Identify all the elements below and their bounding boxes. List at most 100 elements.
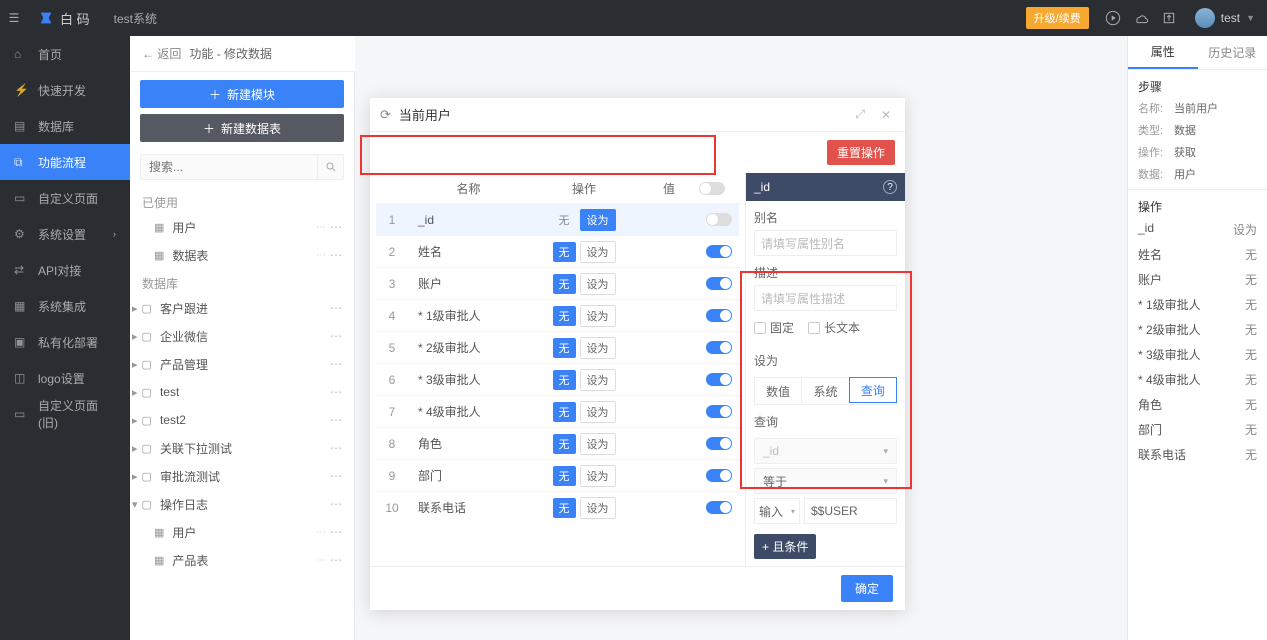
op-row[interactable]: 账户无 bbox=[1128, 267, 1267, 292]
system-name[interactable]: test系统 bbox=[100, 10, 171, 27]
row-toggle[interactable] bbox=[706, 213, 732, 226]
nav-bolt[interactable]: ⚡快速开发 bbox=[0, 72, 130, 108]
help-icon[interactable]: ? bbox=[883, 180, 897, 194]
desc-input[interactable]: 请填写属性描述 bbox=[754, 285, 897, 311]
table-row[interactable]: 5* 2级审批人无设为 bbox=[376, 331, 739, 363]
set-chip[interactable]: 设为 bbox=[580, 209, 616, 231]
fixed-checkbox[interactable]: 固定 bbox=[754, 319, 794, 336]
row-toggle[interactable] bbox=[706, 341, 732, 354]
row-toggle[interactable] bbox=[706, 437, 732, 450]
tree-row[interactable]: ▸▢企业微信⋯ bbox=[130, 322, 354, 350]
row-toggle[interactable] bbox=[706, 309, 732, 322]
nav-db[interactable]: ▤数据库 bbox=[0, 108, 130, 144]
tree-row[interactable]: ▦用户⋯⋯ bbox=[130, 518, 354, 546]
nav-api[interactable]: ⇄API对接 bbox=[0, 252, 130, 288]
none-chip[interactable]: 无 bbox=[553, 210, 576, 230]
longtext-checkbox[interactable]: 长文本 bbox=[808, 319, 860, 336]
set-chip[interactable]: 设为 bbox=[580, 337, 616, 359]
tree-row[interactable]: ▸▢产品管理⋯ bbox=[130, 350, 354, 378]
table-row[interactable]: 10联系电话无设为 bbox=[376, 491, 739, 523]
query-value-input[interactable]: $$USER bbox=[804, 498, 897, 524]
toggle-all[interactable] bbox=[699, 182, 725, 195]
query-op-select[interactable]: 等于▾ bbox=[754, 468, 897, 494]
none-chip[interactable]: 无 bbox=[553, 306, 576, 326]
search-input[interactable] bbox=[141, 160, 317, 174]
tree-row[interactable]: ▸▢test2⋯ bbox=[130, 406, 354, 434]
none-chip[interactable]: 无 bbox=[553, 498, 576, 518]
none-chip[interactable]: 无 bbox=[553, 402, 576, 422]
tree-row[interactable]: ▸▢审批流测试⋯ bbox=[130, 462, 354, 490]
table-row[interactable]: 8角色无设为 bbox=[376, 427, 739, 459]
tab-system[interactable]: 系统 bbox=[802, 378, 849, 404]
op-row[interactable]: 角色无 bbox=[1128, 392, 1267, 417]
row-toggle[interactable] bbox=[706, 469, 732, 482]
tree-row[interactable]: ▦产品表⋯⋯ bbox=[130, 546, 354, 574]
add-and-button[interactable]: + 且条件 bbox=[754, 534, 816, 559]
none-chip[interactable]: 无 bbox=[553, 274, 576, 294]
op-row[interactable]: * 1级审批人无 bbox=[1128, 292, 1267, 317]
row-toggle[interactable] bbox=[706, 501, 732, 514]
query-field-select[interactable]: _id▾ bbox=[754, 438, 897, 464]
nav-pageold[interactable]: ▭自定义页面(旧) bbox=[0, 396, 130, 432]
nav-page[interactable]: ▭自定义页面 bbox=[0, 180, 130, 216]
row-toggle[interactable] bbox=[706, 277, 732, 290]
none-chip[interactable]: 无 bbox=[553, 370, 576, 390]
cloud-icon[interactable] bbox=[1127, 10, 1155, 26]
new-module-button[interactable]: ＋新建模块 bbox=[140, 80, 344, 108]
nav-deploy[interactable]: ▣私有化部署 bbox=[0, 324, 130, 360]
nav-home[interactable]: ⌂首页 bbox=[0, 36, 130, 72]
nav-integ[interactable]: ▦系统集成 bbox=[0, 288, 130, 324]
table-row[interactable]: 7* 4级审批人无设为 bbox=[376, 395, 739, 427]
row-toggle[interactable] bbox=[706, 373, 732, 386]
tab-query[interactable]: 查询 bbox=[849, 377, 897, 403]
op-row[interactable]: * 4级审批人无 bbox=[1128, 367, 1267, 392]
op-row[interactable]: * 2级审批人无 bbox=[1128, 317, 1267, 342]
expand-icon[interactable]: ⤢ bbox=[851, 107, 869, 122]
none-chip[interactable]: 无 bbox=[553, 466, 576, 486]
table-row[interactable]: 3账户无设为 bbox=[376, 267, 739, 299]
reset-button[interactable]: 重置操作 bbox=[827, 140, 895, 165]
export-icon[interactable] bbox=[1155, 10, 1183, 26]
new-table-button[interactable]: ＋新建数据表 bbox=[140, 114, 344, 142]
op-row[interactable]: 联系电话无 bbox=[1128, 442, 1267, 467]
upgrade-button[interactable]: 升级/续费 bbox=[1026, 7, 1089, 29]
tab-properties[interactable]: 属性 bbox=[1128, 36, 1198, 69]
tree-search[interactable] bbox=[140, 154, 344, 180]
tree-row[interactable]: ▾▢操作日志⋯ bbox=[130, 490, 354, 518]
close-icon[interactable]: ✕ bbox=[877, 108, 895, 122]
tree-row[interactable]: ▸▢test⋯ bbox=[130, 378, 354, 406]
refresh-icon[interactable]: ⟳ bbox=[380, 107, 391, 123]
ok-button[interactable]: 确定 bbox=[841, 575, 893, 602]
set-chip[interactable]: 设为 bbox=[580, 465, 616, 487]
menu-icon[interactable]: ☰ bbox=[0, 11, 28, 25]
table-row[interactable]: 4* 1级审批人无设为 bbox=[376, 299, 739, 331]
tab-history[interactable]: 历史记录 bbox=[1198, 36, 1267, 69]
tree-row[interactable]: ▦数据表⋯⋯ bbox=[130, 241, 354, 269]
back-button[interactable]: ← 返回 bbox=[142, 45, 181, 62]
none-chip[interactable]: 无 bbox=[553, 434, 576, 454]
nav-logo[interactable]: ◫logo设置 bbox=[0, 360, 130, 396]
tab-number[interactable]: 数值 bbox=[755, 378, 802, 404]
play-icon[interactable] bbox=[1099, 10, 1127, 26]
row-toggle[interactable] bbox=[706, 245, 732, 258]
nav-flow[interactable]: ⧉功能流程 bbox=[0, 144, 130, 180]
none-chip[interactable]: 无 bbox=[553, 338, 576, 358]
nav-gear[interactable]: ⚙系统设置› bbox=[0, 216, 130, 252]
brand-logo[interactable]: 白 码 bbox=[28, 9, 100, 28]
tree-row[interactable]: ▦用户⋯⋯ bbox=[130, 213, 354, 241]
set-chip[interactable]: 设为 bbox=[580, 497, 616, 519]
set-chip[interactable]: 设为 bbox=[580, 305, 616, 327]
set-chip[interactable]: 设为 bbox=[580, 401, 616, 423]
set-chip[interactable]: 设为 bbox=[580, 241, 616, 263]
op-row[interactable]: 姓名无 bbox=[1128, 242, 1267, 267]
op-row[interactable]: 部门无 bbox=[1128, 417, 1267, 442]
search-icon[interactable] bbox=[317, 155, 343, 179]
set-chip[interactable]: 设为 bbox=[580, 433, 616, 455]
row-toggle[interactable] bbox=[706, 405, 732, 418]
tree-row[interactable]: ▸▢客户跟进⋯ bbox=[130, 294, 354, 322]
tree-row[interactable]: ▸▢关联下拉测试⋯ bbox=[130, 434, 354, 462]
table-row[interactable]: 1_id无设为 bbox=[376, 203, 739, 235]
query-mode-select[interactable]: 输入▾ bbox=[754, 498, 800, 524]
alias-input[interactable]: 请填写属性别名 bbox=[754, 230, 897, 256]
op-row[interactable]: * 3级审批人无 bbox=[1128, 342, 1267, 367]
